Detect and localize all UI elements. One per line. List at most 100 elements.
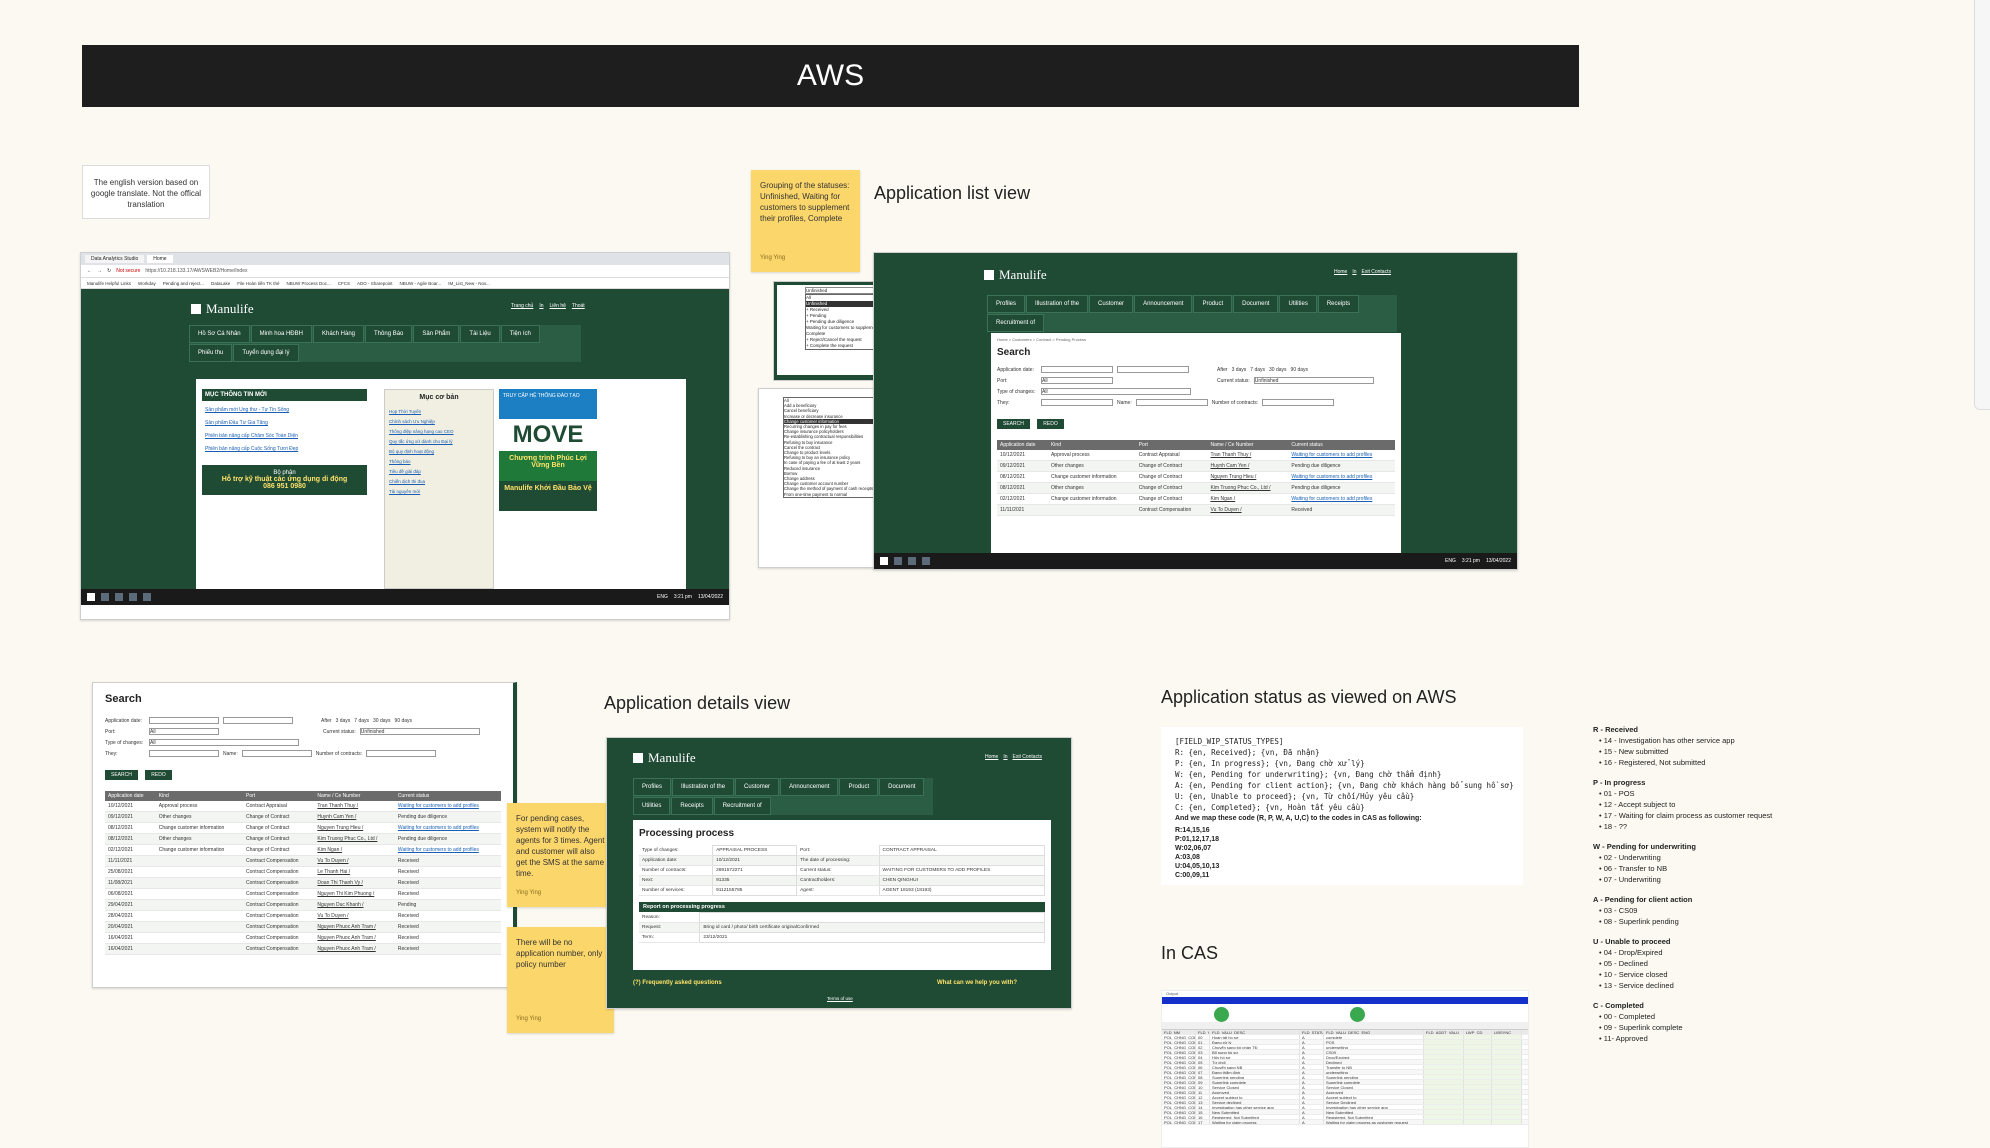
top-link[interactable]: In — [539, 303, 543, 309]
column-header[interactable]: Port — [243, 791, 315, 801]
screenshot-application-list[interactable]: Manulife Home In Exit Contacts Profiles … — [873, 252, 1518, 570]
windows-start-icon[interactable] — [880, 557, 888, 565]
core-link[interactable]: Thông báo — [389, 457, 489, 467]
cas-column-header[interactable]: FLD_NM — [1162, 1030, 1196, 1034]
app-date-to[interactable] — [223, 717, 293, 724]
sticky-note-pending[interactable]: For pending cases, system will notify th… — [507, 803, 614, 907]
nav-item[interactable]: Utilities — [1279, 295, 1317, 313]
table-row[interactable]: 25/08/2021 Contract Compensation Le Thanh … — [105, 866, 501, 878]
table-row[interactable]: 16/04/2021 Contract Compensation Nguyen Ph… — [105, 943, 501, 955]
bookmark[interactable]: Pending and reject... — [163, 281, 204, 286]
cell-link[interactable]: Nguyen Duc Khanh / — [317, 902, 363, 908]
cell-link[interactable]: Nguyen Trung Hieu / — [317, 825, 363, 831]
nav-item[interactable]: Receipts — [1317, 295, 1360, 313]
name-input[interactable] — [241, 750, 312, 757]
top-link[interactable]: Home — [1334, 269, 1347, 275]
cas-column-header[interactable]: LWP_CD — [1464, 1030, 1492, 1034]
sticky-note-grouping[interactable]: Grouping of the statuses: Unfinished, Wa… — [751, 170, 860, 272]
bookmark[interactable]: ADO - Sharepoint — [357, 281, 393, 286]
nav-item[interactable]: Announcement — [1134, 295, 1193, 313]
redo-button[interactable]: REDO — [145, 770, 172, 780]
core-link[interactable]: Họp Thời Tuyển — [389, 407, 489, 417]
taskbar-app-icon[interactable] — [129, 593, 137, 601]
core-link[interactable]: Chiến dịch thi đua — [389, 477, 489, 487]
port-select[interactable]: All — [1041, 377, 1113, 384]
nav-item[interactable]: Illustration of the — [1026, 295, 1089, 313]
nav-item[interactable]: Tài Liệu — [460, 325, 500, 343]
cell-link[interactable]: Nguyen Trung Hieu / — [1210, 474, 1256, 480]
table-row[interactable]: 11/11/2021 Contract Compensation Vu To Duy… — [105, 855, 501, 867]
cas-column-header[interactable]: LIBSYNC — [1492, 1030, 1522, 1034]
type-select[interactable]: All — [149, 739, 299, 746]
cell-link[interactable]: Vu To Duyen / — [317, 858, 348, 864]
cell-link[interactable]: Vu To Duyen / — [317, 913, 348, 919]
days-radio[interactable]: 3 days — [1232, 367, 1247, 373]
taskbar-app-icon[interactable] — [115, 593, 123, 601]
back-icon[interactable]: ← — [87, 268, 92, 274]
screenshot-portal-home[interactable]: Data Analytics Studio Home ← → ↻ Not sec… — [80, 252, 730, 620]
search-button[interactable]: SEARCH — [105, 770, 138, 780]
bookmark[interactable]: File Hoàn tiền TK thẻ — [237, 281, 279, 286]
search-button[interactable]: SEARCH — [997, 419, 1030, 429]
column-header[interactable]: Port — [1135, 440, 1208, 450]
days-radio[interactable]: 90 days — [395, 718, 413, 724]
contracts-input[interactable] — [366, 750, 437, 757]
nav-item[interactable]: Profiles — [987, 295, 1026, 313]
screenshot-application-details[interactable]: Manulife Home In Exit Contacts Profiles … — [606, 737, 1072, 1009]
app-date-from[interactable] — [1041, 366, 1113, 373]
table-row[interactable]: 10/12/2021 Approval process Contract Appra… — [997, 450, 1395, 461]
cell-link[interactable]: Kim Truong Phuc Co., Ltd / — [1210, 485, 1270, 491]
column-header[interactable]: Application date — [997, 440, 1048, 450]
table-row[interactable]: 02/12/2021 Change customer information Cha… — [997, 493, 1395, 505]
top-link[interactable]: In — [1352, 269, 1356, 275]
taskbar-app-icon[interactable] — [143, 593, 151, 601]
nav-item[interactable]: Sản Phẩm — [413, 325, 460, 343]
bookmark[interactable]: NBUW Process Doc... — [286, 281, 330, 286]
reload-icon[interactable]: ↻ — [107, 268, 111, 274]
port-select[interactable]: All — [149, 728, 219, 735]
cas-column-header[interactable]: FLD_VALU_DESC — [1210, 1030, 1300, 1034]
table-row[interactable]: 28/04/2021 Contract Compensation Vu To Duy… — [105, 910, 501, 922]
top-link[interactable]: In — [1003, 754, 1007, 760]
core-link[interactable]: Quy tắc ứng xử dành cho Đại lý — [389, 437, 489, 447]
nav-item[interactable]: Profiles — [633, 778, 672, 796]
sticky-note-no-app-number[interactable]: There will be no application number, onl… — [507, 927, 614, 1033]
cell-link[interactable]: Tran Thanh Thuy / — [317, 803, 358, 809]
move-banner[interactable]: MOVE — [499, 419, 597, 451]
translation-note[interactable]: The english version based on google tran… — [82, 165, 210, 219]
top-link[interactable]: Thoát — [572, 303, 585, 309]
url-field[interactable]: https://10.218.133.17/AWSWEB2/Home/Index — [145, 268, 247, 274]
column-header[interactable]: Application date — [105, 791, 156, 801]
top-link[interactable]: Exit Contacts — [1013, 754, 1042, 760]
column-header[interactable]: Current status — [1288, 440, 1395, 450]
core-link[interactable]: Chính sách Ưu Nghiệp — [389, 417, 489, 427]
cell-link[interactable]: Waiting for customers to add profiles — [398, 825, 479, 831]
table-row[interactable]: 11/08/2021 Contract Compensation Doan Thi … — [105, 877, 501, 889]
cell-link[interactable]: Kim Ngan / — [1210, 496, 1235, 502]
nav-item[interactable]: Recruitment of — [713, 797, 771, 815]
table-row[interactable]: 08/12/2021 Other changes Change of Contrac… — [105, 833, 501, 845]
taskbar-app-icon[interactable] — [908, 557, 916, 565]
column-header[interactable]: Kind — [1047, 440, 1136, 450]
cas-row[interactable]: POL_CHNG_CODE17Waiting for claim process… — [1162, 1120, 1528, 1125]
taskbar-app-icon[interactable] — [894, 557, 902, 565]
column-header[interactable]: Current status — [394, 791, 501, 801]
bookmark[interactable]: IM_List_New - Nov... — [448, 281, 489, 286]
nav-item[interactable]: Receipts — [671, 797, 713, 815]
browser-tab[interactable]: Data Analytics Studio — [85, 255, 145, 263]
top-link[interactable]: Liên hệ — [550, 303, 566, 309]
core-link[interactable]: Thông điệp nâng hạng cao CEO — [389, 427, 489, 437]
cell-link[interactable]: Waiting for customers to add profiles — [1291, 496, 1372, 502]
nav-item[interactable]: Illustration of the — [672, 778, 735, 796]
table-row[interactable]: 11/11/2021 Contract Compensation Vu To Duy… — [997, 504, 1395, 516]
nav-item[interactable]: Utilities — [633, 797, 671, 815]
cas-column-header[interactable]: FLD_STATUS — [1300, 1030, 1324, 1034]
nav-item[interactable]: Tiện ích — [500, 325, 540, 343]
cell-link[interactable]: Nguyen Phuoc Anh Tram / — [317, 924, 375, 930]
nav-item[interactable]: Tuyển dụng đại lý — [233, 344, 299, 362]
nav-item[interactable]: Khách Hàng — [312, 325, 365, 343]
nav-item[interactable]: Product — [839, 778, 879, 796]
nav-item[interactable]: Announcement — [780, 778, 839, 796]
top-link[interactable]: Home — [985, 754, 998, 760]
protection-banner[interactable]: Manulife Khởi Đầu Bảo Vệ — [499, 481, 597, 511]
